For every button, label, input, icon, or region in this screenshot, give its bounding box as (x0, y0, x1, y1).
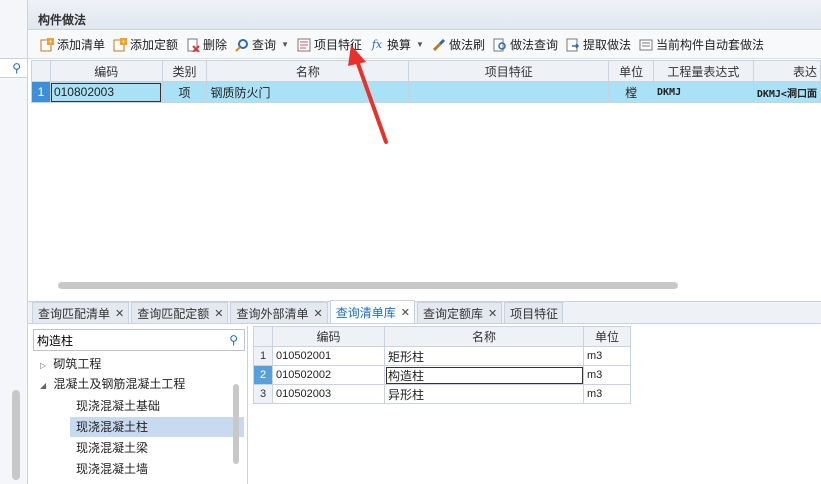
brush-icon (432, 38, 446, 52)
list-library-results: 编码 名称 单位 1 010502001 矩形柱 m3 2 010502002 … (253, 326, 633, 404)
panel-header: 构件做法 (28, 0, 821, 30)
left-search-box[interactable]: ⚲ (0, 58, 27, 78)
auto-apply-icon (639, 38, 653, 52)
method-grid: 编码 类别 名称 项目特征 单位 工程量表达式 表达 1 010802003 项… (31, 60, 821, 290)
cell-code[interactable]: 010802003 (49, 81, 163, 103)
row-number[interactable]: 1 (253, 346, 273, 366)
close-icon[interactable]: ✕ (214, 307, 223, 320)
col-header-feature[interactable]: 项目特征 (408, 60, 610, 82)
query-tab-bar: 查询匹配清单 ✕ 查询匹配定额 ✕ 查询外部清单 ✕ 查询清单库 ✕ 查询定额库 ✕ 项目… (28, 300, 821, 324)
tab-match-list[interactable]: 查询匹配清单 ✕ (32, 302, 130, 323)
tab-match-quota[interactable]: 查询匹配定额 ✕ (131, 302, 229, 323)
extract-method-button[interactable]: 提取做法 (562, 34, 635, 56)
header-rownum (253, 326, 273, 347)
col-header-unit[interactable]: 单位 (583, 326, 631, 347)
tab-quota-library[interactable]: 查询定额库 ✕ (416, 302, 503, 323)
tree-node-masonry[interactable]: ▷ 砌筑工程 (40, 354, 101, 374)
tree-node-wall[interactable]: 现浇混凝土墙 (70, 459, 154, 479)
method-query-icon (493, 38, 507, 52)
tree-search-box: ⚲ (33, 329, 245, 351)
component-method-panel: 构件做法 + 添加清单 + 添加定额 删除 查询 ▼ 项目特征 fx 换算 ▼ (28, 0, 821, 298)
tree-node-beam[interactable]: 现浇混凝土梁 (70, 438, 154, 458)
row-number[interactable]: 2 (253, 365, 273, 385)
method-query-button[interactable]: 做法查询 (489, 34, 562, 56)
tree-scrollbar[interactable] (233, 384, 239, 464)
col-header-name[interactable]: 名称 (384, 326, 584, 347)
list-library-tree-pane: ⚲ ▷ 砌筑工程 ◢ 混凝土及钢筋混凝土工程 现浇混凝土基础 现浇混凝土柱 现浇… (30, 326, 248, 484)
cell-name[interactable]: 构造柱 (384, 365, 584, 385)
query-button[interactable]: 查询 ▼ (231, 34, 293, 56)
delete-icon (186, 38, 200, 52)
row-number[interactable]: 3 (253, 384, 273, 404)
chevron-down-icon[interactable]: ▼ (416, 40, 424, 49)
cell-unit[interactable]: 樘 (608, 81, 655, 103)
cell-code[interactable]: 010502001 (272, 346, 385, 366)
horizontal-scrollbar[interactable] (58, 282, 678, 289)
table-row[interactable]: 2 010502002 构造柱 m3 (253, 365, 631, 385)
delete-button[interactable]: 删除 (182, 34, 231, 56)
close-icon[interactable]: ✕ (401, 306, 410, 319)
cell-feature[interactable] (408, 81, 610, 103)
item-feature-icon (297, 38, 311, 52)
col-header-expression[interactable]: 工程量表达式 (653, 60, 754, 82)
tree-search-input[interactable] (37, 331, 217, 349)
search-icon[interactable]: ⚲ (229, 333, 238, 347)
tree-node-column[interactable]: 现浇混凝土柱 (70, 417, 244, 437)
cell-code[interactable]: 010502003 (272, 384, 385, 404)
close-icon[interactable]: ✕ (313, 307, 322, 320)
col-header-unit[interactable]: 单位 (608, 60, 655, 82)
cell-category[interactable]: 项 (161, 81, 208, 103)
expand-icon[interactable]: ▷ (40, 356, 50, 376)
tab-item-feature[interactable]: 项目特征 (504, 302, 564, 323)
tree-node-concrete[interactable]: ◢ 混凝土及钢筋混凝土工程 (40, 374, 185, 394)
table-row[interactable]: 1 010802003 项 钢质防火门 樘 DKMJ DKMJ<洞口面 (31, 81, 821, 103)
cell-expression-desc[interactable]: DKMJ<洞口面 (752, 81, 821, 103)
chevron-down-icon[interactable]: ▼ (281, 40, 289, 49)
add-quota-button[interactable]: + 添加定额 (109, 34, 182, 56)
add-quota-icon: + (113, 37, 128, 52)
results-table: 编码 名称 单位 1 010502001 矩形柱 m3 2 010502002 … (253, 326, 631, 404)
red-arrow-annotation (348, 45, 388, 144)
close-icon[interactable]: ✕ (488, 307, 497, 320)
search-icon[interactable]: ⚲ (12, 61, 21, 75)
cell-unit[interactable]: m3 (583, 384, 631, 404)
collapse-icon[interactable]: ◢ (40, 376, 50, 396)
lower-left-panel (0, 340, 28, 484)
method-brush-button[interactable]: 做法刷 (428, 34, 489, 56)
tab-external-list[interactable]: 查询外部清单 ✕ (230, 302, 328, 323)
col-header-expression-desc[interactable]: 表达 (752, 60, 821, 82)
add-list-button[interactable]: + 添加清单 (36, 34, 109, 56)
col-header-code[interactable]: 编码 (49, 60, 163, 82)
table-row[interactable]: 3 010502003 异形柱 m3 (253, 384, 631, 404)
cell-code[interactable]: 010502002 (272, 365, 385, 385)
panel-title: 构件做法 (38, 13, 87, 27)
query-icon (235, 38, 249, 52)
method-table: 编码 类别 名称 项目特征 单位 工程量表达式 表达 1 010802003 项… (31, 60, 821, 103)
cell-expression[interactable]: DKMJ (653, 81, 754, 103)
col-header-code[interactable]: 编码 (272, 326, 385, 347)
vertical-scrollbar[interactable] (12, 390, 20, 480)
add-list-icon: + (40, 37, 54, 52)
extract-icon (566, 38, 580, 52)
cell-unit[interactable]: m3 (583, 365, 631, 385)
auto-apply-method-button[interactable]: 当前构件自动套做法 (635, 34, 768, 56)
svg-text:+: + (122, 39, 126, 46)
header-rownum (31, 60, 51, 82)
cell-name[interactable]: 异形柱 (384, 384, 584, 404)
close-icon[interactable]: ✕ (115, 307, 124, 320)
svg-text:+: + (49, 39, 53, 46)
cell-name[interactable]: 矩形柱 (384, 346, 584, 366)
tree-node-foundation[interactable]: 现浇混凝土基础 (70, 396, 166, 416)
cell-unit[interactable]: m3 (583, 346, 631, 366)
toolbar: + 添加清单 + 添加定额 删除 查询 ▼ 项目特征 fx 换算 ▼ 做法刷 做… (28, 31, 821, 59)
row-number[interactable]: 1 (31, 81, 51, 103)
table-row[interactable]: 1 010502001 矩形柱 m3 (253, 346, 631, 366)
col-header-category[interactable]: 类别 (161, 60, 208, 82)
tab-list-library[interactable]: 查询清单库 ✕ (329, 300, 415, 323)
